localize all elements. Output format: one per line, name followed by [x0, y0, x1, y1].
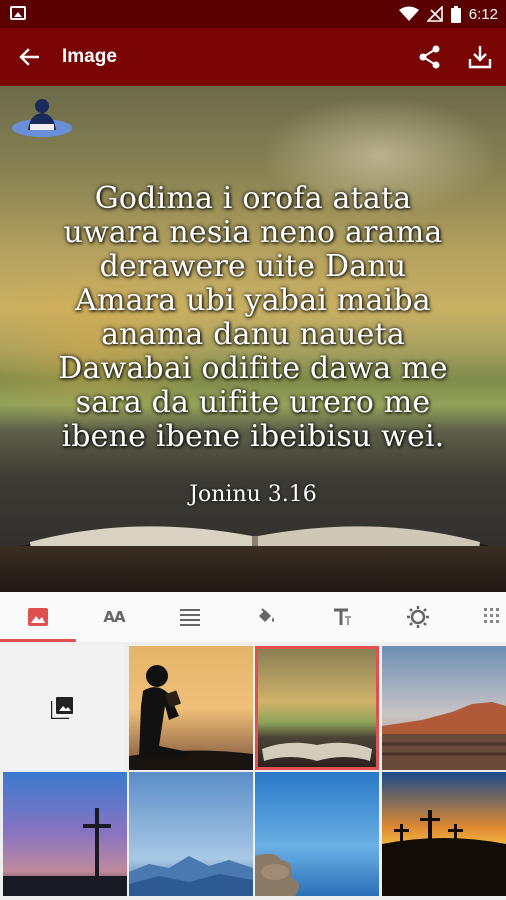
status-time: 6:12 — [468, 5, 498, 23]
tab-text-format[interactable] — [304, 592, 380, 642]
back-button[interactable] — [14, 43, 44, 71]
tab-text-size[interactable]: AA — [76, 592, 152, 642]
image-notification-icon — [10, 6, 26, 20]
status-bar: 6:12 — [0, 0, 506, 28]
tab-brightness[interactable] — [380, 592, 456, 642]
background-thumbnail[interactable] — [382, 646, 506, 770]
arrow-back-icon — [19, 48, 39, 66]
texture-icon — [484, 608, 499, 623]
page-title: Image — [62, 46, 117, 67]
rocky-coast-sea-image — [255, 772, 379, 896]
verse-text: Godima i orofa atata uwara nesia neno ar… — [20, 182, 486, 454]
share-icon — [419, 45, 440, 69]
tab-fill-color[interactable] — [228, 592, 304, 642]
align-icon — [180, 609, 200, 626]
verse-line: uwara nesia neno arama — [63, 215, 443, 250]
image-icon — [28, 608, 48, 626]
brightness-icon — [407, 606, 429, 628]
open-bible-bokeh-image — [258, 649, 376, 767]
verse-line: Dawabai odifite dawa me — [58, 351, 448, 386]
verse-line: anama danu naueta — [101, 317, 405, 352]
download-button[interactable] — [466, 43, 494, 71]
share-button[interactable] — [416, 43, 444, 71]
background-thumbnail-selected[interactable] — [255, 646, 379, 770]
background-thumbnail[interactable] — [129, 772, 253, 896]
verse-line: Amara ubi yabai maiba — [75, 283, 431, 318]
wifi-icon — [398, 6, 419, 21]
cross-purple-sky-image — [3, 772, 127, 896]
app-bar: Image — [0, 28, 506, 86]
background-thumbnail[interactable] — [255, 772, 379, 896]
background-grid — [0, 642, 506, 900]
text-format-icon — [334, 608, 351, 625]
gallery-picker-button[interactable] — [0, 646, 124, 770]
blue-mountains-image — [129, 772, 253, 896]
app-logo — [12, 99, 72, 137]
status-icons: 6:12 — [398, 4, 498, 24]
verse-image-preview: Godima i orofa atata uwara nesia neno ar… — [0, 86, 506, 592]
verse-line: ibene ibene ibeibisu wei. — [61, 419, 445, 454]
download-icon — [468, 46, 492, 69]
verse-reference: Joninu 3.16 — [189, 482, 317, 507]
verse-line: Godima i orofa atata — [94, 181, 412, 216]
desert-mountains-image — [382, 646, 506, 770]
tab-alignment[interactable] — [152, 592, 228, 642]
no-signal-icon — [426, 6, 443, 22]
three-crosses-sunset-image — [382, 772, 506, 896]
verse-line: sara da uifite urero me — [75, 385, 431, 420]
tab-background-image[interactable] — [0, 592, 76, 642]
battery-icon — [450, 5, 461, 23]
reading-child-sunset-image — [129, 646, 253, 770]
fill-color-icon — [259, 608, 274, 622]
tab-texture[interactable] — [456, 592, 506, 642]
verse-line: derawere uite Danu — [99, 249, 407, 284]
photo-library-icon — [51, 697, 73, 719]
editor-tabs: AA — [0, 592, 506, 642]
text-size-icon: AA — [103, 608, 125, 626]
background-thumbnail[interactable] — [129, 646, 253, 770]
background-thumbnail[interactable] — [3, 772, 127, 896]
background-thumbnail[interactable] — [382, 772, 506, 896]
